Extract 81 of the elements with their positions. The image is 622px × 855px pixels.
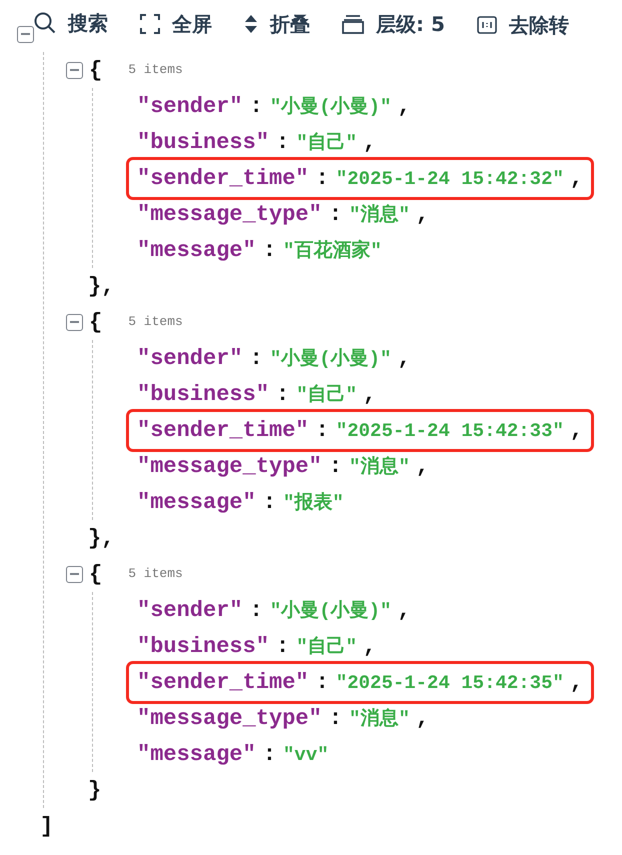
comma: ,: [570, 670, 584, 694]
collapse-toggle[interactable]: [17, 26, 34, 42]
colon: :: [276, 382, 290, 406]
toolbar-button[interactable]: 层级: 5: [342, 1, 445, 46]
colon: :: [316, 418, 329, 442]
toolbar-button[interactable]: 全屏: [140, 1, 212, 46]
bracket: ]: [40, 812, 54, 840]
comma: ,: [570, 166, 584, 190]
json-key: "business": [137, 382, 270, 406]
comma: ,: [416, 454, 430, 478]
colon: :: [250, 598, 263, 622]
fullscreen-icon: [140, 14, 160, 34]
json-value: "vv": [283, 744, 329, 766]
collapse-toggle[interactable]: [66, 314, 83, 330]
brace: {: [89, 560, 102, 588]
comma: ,: [397, 94, 411, 118]
json-value: "2025-1-24 15:42:32": [336, 168, 564, 190]
colon: :: [316, 166, 329, 190]
brace: },: [88, 524, 114, 552]
json-value: "2025-1-24 15:42:33": [336, 420, 564, 442]
colon: :: [262, 490, 276, 514]
colon: :: [250, 94, 263, 118]
comma: ,: [416, 706, 430, 730]
json-key: "sender": [137, 346, 243, 370]
item-count: 5 items: [128, 313, 183, 332]
comma: ,: [363, 634, 376, 658]
search-icon: [34, 12, 56, 34]
collapse-toggle[interactable]: [66, 566, 83, 582]
item-count: 5 items: [128, 565, 183, 584]
json-value: "2025-1-24 15:42:35": [336, 672, 564, 694]
strip-icon: [476, 16, 497, 34]
layers-icon: [342, 14, 364, 34]
brace: {: [89, 308, 102, 336]
colon: :: [250, 346, 263, 370]
json-key: "sender_time": [137, 166, 309, 190]
comma: ,: [363, 382, 376, 406]
json-key: "message": [137, 238, 256, 262]
colon: :: [328, 706, 342, 730]
json-key: "sender_time": [137, 418, 309, 442]
colon: :: [328, 202, 342, 226]
brace: }: [88, 776, 102, 804]
json-key: "message_type": [137, 706, 322, 730]
colon: :: [262, 742, 276, 766]
comma: ,: [397, 346, 411, 370]
json-key: "message": [137, 490, 256, 514]
json-key: "message_type": [137, 202, 322, 226]
fold-icon: [244, 14, 258, 34]
brace: {: [89, 56, 102, 84]
json-key: "sender_time": [137, 670, 309, 694]
json-value: "自己": [296, 384, 358, 406]
json-value: "小曼(小曼)": [270, 96, 392, 118]
brace: },: [88, 272, 114, 300]
json-value: "小曼(小曼)": [270, 348, 392, 370]
json-value: "自己": [296, 132, 358, 154]
collapse-toggle[interactable]: [66, 62, 83, 78]
json-key: "message": [137, 742, 256, 766]
comma: ,: [397, 598, 411, 622]
json-value: "自己": [296, 636, 358, 658]
json-key: "sender": [137, 94, 243, 118]
json-value: "消息": [349, 204, 410, 226]
json-value: "消息": [349, 456, 410, 478]
comma: ,: [363, 130, 376, 154]
toolbar-button[interactable]: 搜索: [34, 0, 108, 46]
colon: :: [276, 130, 290, 154]
toolbar-button[interactable]: 去除转: [476, 2, 569, 46]
item-count: 5 items: [128, 61, 183, 80]
json-key: "business": [137, 634, 270, 658]
comma: ,: [416, 202, 430, 226]
colon: :: [316, 670, 329, 694]
json-key: "sender": [137, 598, 243, 622]
comma: ,: [570, 418, 584, 442]
json-value: "小曼(小曼)": [270, 600, 392, 622]
toolbar-button[interactable]: 折叠: [244, 1, 310, 46]
json-value: "报表": [283, 492, 344, 514]
json-value: "百花酒家": [283, 240, 382, 262]
json-value: "消息": [349, 708, 410, 730]
colon: :: [262, 238, 276, 262]
colon: :: [276, 634, 290, 658]
colon: :: [328, 454, 342, 478]
json-key: "business": [137, 130, 270, 154]
json-key: "message_type": [137, 454, 322, 478]
